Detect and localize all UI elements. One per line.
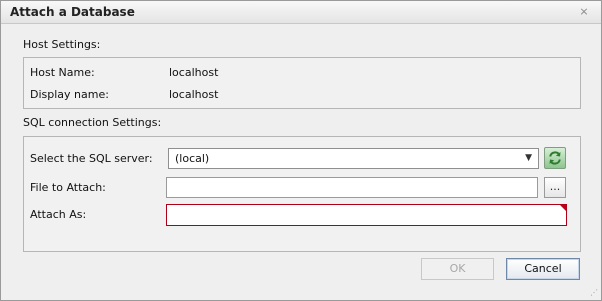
file-to-attach-input[interactable] bbox=[166, 177, 538, 198]
sql-server-select[interactable]: (local) ▼ bbox=[168, 148, 539, 169]
display-name-value: localhost bbox=[169, 88, 219, 101]
refresh-button[interactable] bbox=[544, 147, 566, 169]
title-bar[interactable]: Attach a Database ⨯ bbox=[1, 1, 601, 24]
attach-as-input[interactable] bbox=[166, 204, 567, 226]
validation-error-icon bbox=[560, 205, 566, 211]
refresh-icon bbox=[549, 151, 561, 165]
close-icon[interactable]: ⨯ bbox=[577, 5, 591, 19]
dialog-title: Attach a Database bbox=[10, 5, 135, 19]
resize-grip-icon[interactable]: ⋰ bbox=[590, 288, 598, 297]
browse-button[interactable]: ... bbox=[544, 177, 566, 198]
sql-settings-heading: SQL connection Settings: bbox=[23, 116, 162, 129]
display-name-label: Display name: bbox=[30, 88, 109, 101]
attach-database-dialog: Attach a Database ⨯ Host Settings: Host … bbox=[0, 0, 602, 301]
ok-button[interactable]: OK bbox=[421, 258, 494, 280]
host-name-value: localhost bbox=[169, 66, 219, 79]
attach-as-label: Attach As: bbox=[30, 208, 87, 221]
dropdown-arrow-icon[interactable]: ▼ bbox=[525, 153, 532, 163]
sql-server-label: Select the SQL server: bbox=[30, 152, 153, 165]
sql-server-selected-value: (local) bbox=[175, 152, 210, 165]
cancel-button[interactable]: Cancel bbox=[506, 258, 580, 280]
file-to-attach-label: File to Attach: bbox=[30, 181, 106, 194]
host-settings-group bbox=[23, 57, 581, 109]
host-settings-heading: Host Settings: bbox=[23, 38, 101, 51]
host-name-label: Host Name: bbox=[30, 66, 95, 79]
